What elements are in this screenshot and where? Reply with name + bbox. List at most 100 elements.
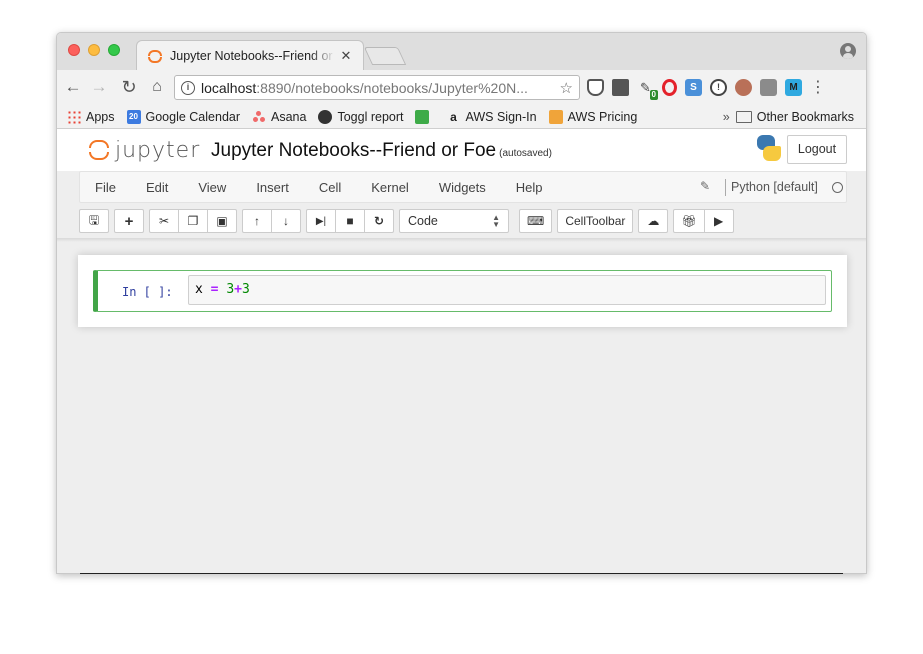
opera-extension-icon[interactable] <box>662 79 677 96</box>
move-up-button[interactable]: ↑ <box>242 209 272 233</box>
restart-kernel-button[interactable]: ↻ <box>364 209 394 233</box>
copy-icon: ❐ <box>187 214 199 228</box>
code-number-b: 3 <box>241 282 250 297</box>
kernel-idle-indicator-icon <box>832 182 843 193</box>
cell-type-select[interactable]: Code ▲ ▼ <box>399 209 509 233</box>
profile-icon[interactable] <box>840 43 856 59</box>
tab-strip: Jupyter Notebooks--Friend or Foe ✕ <box>57 33 866 71</box>
gift-icon: 🎁︎ <box>681 214 697 228</box>
command-palette-button[interactable]: ⌨ <box>519 209 553 233</box>
menu-insert[interactable]: Insert <box>241 180 304 195</box>
bookmark-asana[interactable]: Asana <box>252 110 306 124</box>
notebook-title[interactable]: Jupyter Notebooks--Friend or Foe (autosav… <box>211 140 552 162</box>
back-arrow-icon[interactable]: ← <box>62 76 84 98</box>
menu-edit[interactable]: Edit <box>131 180 183 195</box>
bookmark-aws-sign-in[interactable]: a AWS Sign-In <box>446 110 536 124</box>
bookmark-other-bookmarks[interactable]: Other Bookmarks <box>735 109 854 124</box>
bookmark-label: Google Calendar <box>145 109 241 124</box>
jupyter-logo[interactable]: jupyter <box>88 137 200 163</box>
tab-close-icon[interactable]: ✕ <box>339 48 353 64</box>
menu-view[interactable]: View <box>183 180 241 195</box>
arrow-down-icon: ↓ <box>283 214 289 228</box>
password-extension-icon[interactable]: ! <box>710 79 727 96</box>
apps-icon <box>67 109 81 124</box>
kernel-name[interactable]: Python [default] <box>731 180 818 194</box>
menu-cell[interactable]: Cell <box>304 180 356 195</box>
slideshow-button[interactable]: ▶ <box>703 209 734 233</box>
cloud-upload-button[interactable]: ☁ <box>638 209 669 233</box>
gift-button[interactable]: 🎁︎ <box>673 209 705 233</box>
menu-file[interactable]: File <box>80 180 131 195</box>
browser-menu-icon[interactable]: ⋮ <box>810 79 826 96</box>
folder-icon <box>735 110 752 123</box>
toolbar-group-clipboard: ✂ ❐ ▣ <box>149 209 237 233</box>
bookmark-apps[interactable]: Apps <box>67 109 115 124</box>
pencil-icon[interactable]: ✎ <box>700 179 710 193</box>
forward-arrow-icon[interactable]: → <box>88 76 110 98</box>
reload-icon[interactable]: ↻ <box>118 76 140 98</box>
url-text[interactable]: localhost:8890/notebooks/notebooks/Jupyt… <box>201 80 556 96</box>
pocket-extension-icon[interactable] <box>587 79 604 96</box>
close-window-button[interactable] <box>68 44 80 56</box>
minimize-window-button[interactable] <box>88 44 100 56</box>
cut-button[interactable]: ✂ <box>149 209 179 233</box>
toolbar-group-celltoolbar: CellToolbar <box>557 209 634 233</box>
arrow-up-icon: ↑ <box>254 214 260 228</box>
puzzle-extension-icon[interactable] <box>612 79 629 96</box>
maximize-window-button[interactable] <box>108 44 120 56</box>
menu-help[interactable]: Help <box>501 180 558 195</box>
interrupt-kernel-button[interactable]: ■ <box>335 209 365 233</box>
menu-widgets[interactable]: Widgets <box>424 180 501 195</box>
grey-extension-icon[interactable] <box>760 79 777 96</box>
home-icon[interactable]: ⌂ <box>146 76 168 98</box>
insert-cell-button[interactable]: + <box>114 209 144 233</box>
toolbar-group-move: ↑ ↓ <box>242 209 301 233</box>
calendar-icon: 20 <box>126 109 141 124</box>
bookmark-evernote[interactable] <box>415 109 434 124</box>
bookmark-label: Other Bookmarks <box>756 109 854 124</box>
save-button[interactable]: 🖫 <box>79 209 109 233</box>
address-bar[interactable]: i localhost:8890/notebooks/notebooks/Jup… <box>174 75 580 100</box>
site-info-icon[interactable]: i <box>181 80 195 95</box>
navigation-bar: ← → ↻ ⌂ i localhost:8890/notebooks/noteb… <box>57 70 866 105</box>
keyboard-icon: ⌨ <box>527 214 545 228</box>
kernel-separator <box>725 179 726 196</box>
bookmark-toggl-report[interactable]: Toggl report <box>318 109 403 124</box>
move-down-button[interactable]: ↓ <box>271 209 301 233</box>
paste-button[interactable]: ▣ <box>207 209 237 233</box>
code-cell-selected[interactable]: In [ ]: x = 3+3 <box>93 270 832 312</box>
bookmark-label: AWS Sign-In <box>465 109 537 124</box>
menu-kernel[interactable]: Kernel <box>356 180 424 195</box>
toolbar-group-extras: 🎁︎ ▶ <box>673 209 734 233</box>
evernote-icon <box>415 109 430 124</box>
paste-icon: ▣ <box>216 214 228 228</box>
tag-extension-icon[interactable]: ✎ 0 <box>637 79 658 100</box>
restart-icon: ↻ <box>373 214 385 228</box>
code-number-a: 3 <box>226 282 235 297</box>
aws-icon <box>548 109 563 124</box>
bookmark-star-icon[interactable]: ☆ <box>560 79 573 97</box>
run-cell-button[interactable]: ▶| <box>306 209 336 233</box>
select-caret-icon: ▲ ▼ <box>492 213 500 229</box>
new-tab-button[interactable] <box>363 47 407 65</box>
tab-title: Jupyter Notebooks--Friend or Foe <box>170 49 335 63</box>
jupyter-favicon-icon <box>147 48 163 64</box>
s-extension-icon[interactable]: S <box>685 79 702 96</box>
celltoolbar-button[interactable]: CellToolbar <box>557 209 634 233</box>
url-host: localhost <box>201 79 257 96</box>
step-forward-icon: ▶| <box>315 215 327 227</box>
browser-tab-active[interactable]: Jupyter Notebooks--Friend or Foe ✕ <box>136 40 364 71</box>
more-bookmarks-chevron-icon[interactable]: » <box>723 110 730 124</box>
bookmark-google-calendar[interactable]: 20 Google Calendar <box>126 109 241 124</box>
ball-extension-icon[interactable] <box>735 79 752 96</box>
jupyter-logo-icon <box>88 137 110 163</box>
scissors-icon: ✂ <box>158 214 170 228</box>
extensions-row: ✎ 0 S ! M ⋮ <box>587 79 826 100</box>
copy-button[interactable]: ❐ <box>178 209 208 233</box>
m-extension-icon[interactable]: M <box>785 79 802 96</box>
bookmark-aws-pricing[interactable]: AWS Pricing <box>548 109 638 124</box>
asana-icon <box>252 110 266 124</box>
bookmark-label: AWS Pricing <box>567 109 638 124</box>
logout-button[interactable]: Logout <box>787 135 847 164</box>
cell-code-editor[interactable]: x = 3+3 <box>188 275 826 305</box>
